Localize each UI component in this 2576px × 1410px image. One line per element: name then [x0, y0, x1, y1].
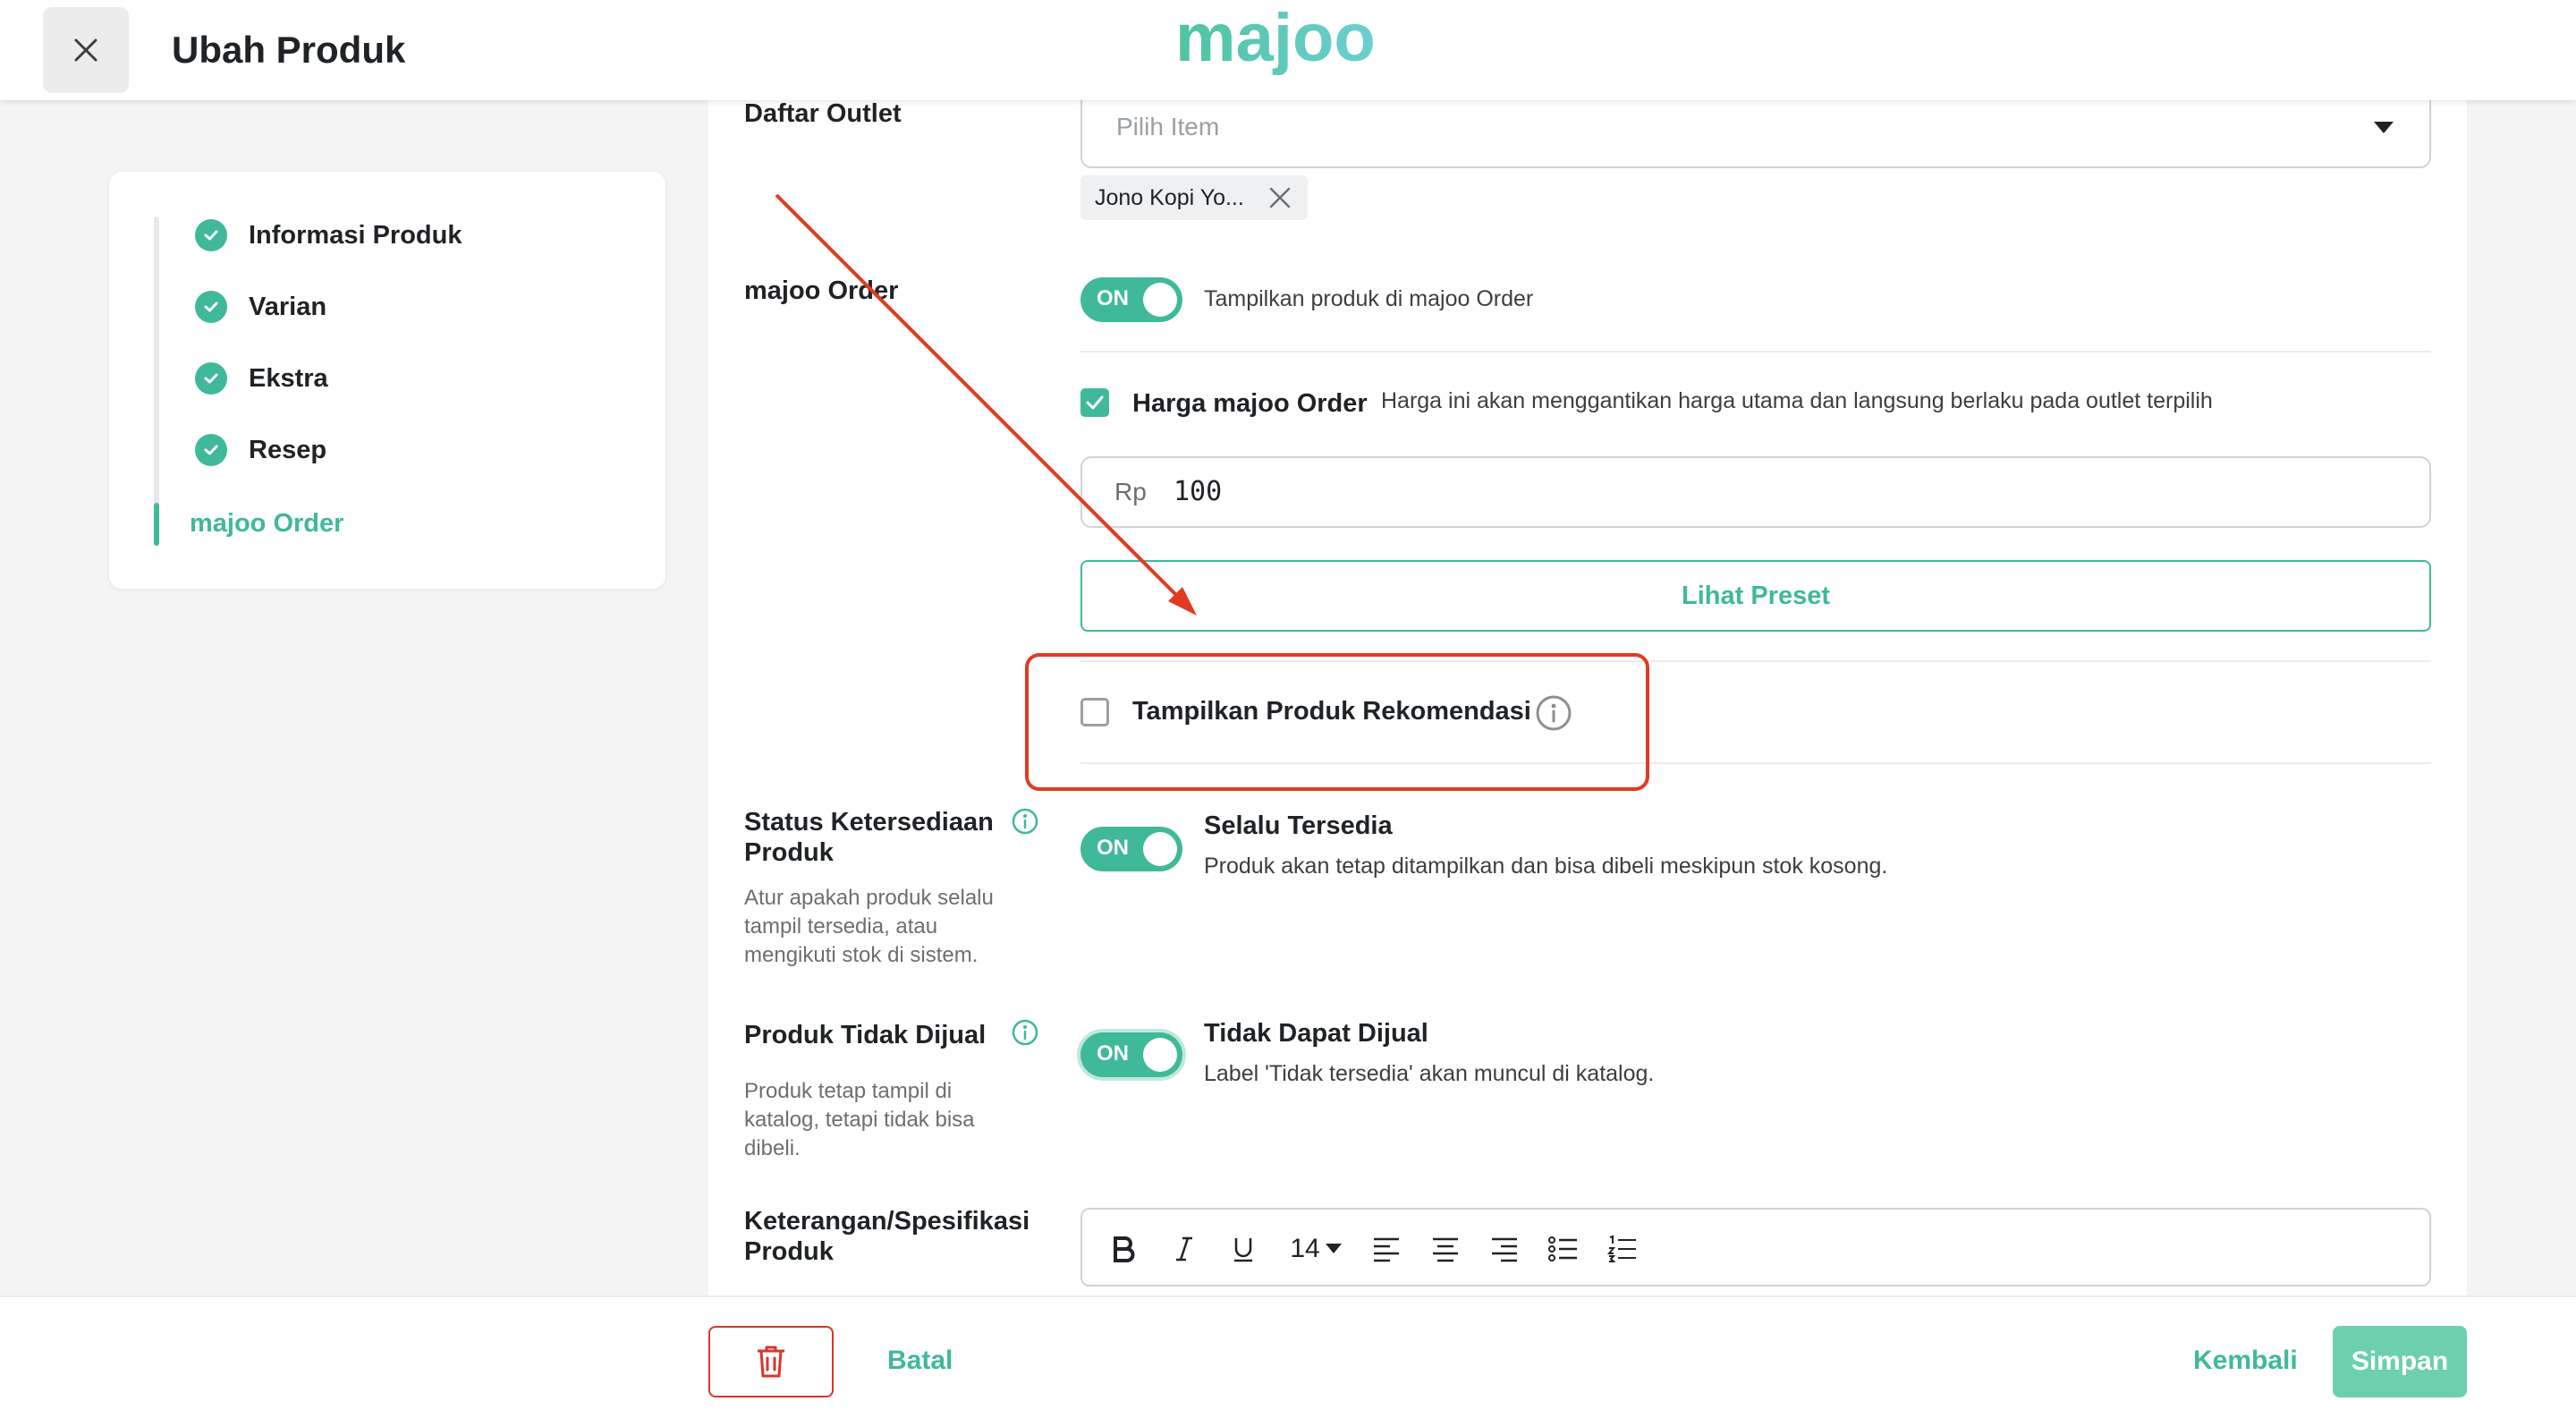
check-circle-icon: [195, 291, 227, 323]
cancel-button[interactable]: Batal: [887, 1346, 953, 1376]
not-sold-toggle[interactable]: ON: [1080, 1032, 1182, 1077]
specification-label: Keterangan/Spesifikasi Produk: [744, 1207, 1030, 1266]
not-sold-title: Tidak Dapat Dijual: [1204, 1019, 1428, 1048]
not-sold-subtitle: Label 'Tidak tersedia' akan muncul di ka…: [1204, 1061, 1655, 1086]
align-center-button[interactable]: [1426, 1229, 1465, 1269]
stepper-active-indicator: [154, 503, 159, 546]
not-sold-desc: Produk tetap tampil di katalog, tetapi t…: [744, 1079, 975, 1160]
lihat-preset-button[interactable]: Lihat Preset: [1080, 560, 2431, 632]
font-size-select[interactable]: 14: [1284, 1229, 1347, 1269]
underline-icon: [1234, 1238, 1252, 1262]
toggle-state: ON: [1097, 1041, 1129, 1066]
toggle-knob: [1143, 1038, 1177, 1072]
step-label: Informasi Produk: [249, 220, 462, 250]
step-majoo-order[interactable]: majoo Order: [190, 501, 343, 546]
align-right-button[interactable]: [1485, 1229, 1524, 1269]
numbered-list-button[interactable]: [1603, 1229, 1642, 1269]
currency-prefix: Rp: [1114, 478, 1147, 505]
align-left-icon: [1374, 1237, 1399, 1262]
majoo-order-toggle[interactable]: ON: [1080, 277, 1182, 322]
italic-icon: [1176, 1236, 1192, 1261]
step-label: Resep: [249, 435, 327, 464]
remove-chip-icon[interactable]: [1268, 186, 1292, 209]
save-button[interactable]: Simpan: [2333, 1326, 2467, 1397]
availability-subtitle: Produk akan tetap ditampilkan dan bisa d…: [1204, 854, 1888, 879]
price-value: 100: [1174, 476, 1223, 507]
availability-desc: Atur apakah produk selalu tampil tersedi…: [744, 886, 994, 967]
step-varian[interactable]: Varian: [195, 285, 326, 329]
close-button[interactable]: [43, 7, 129, 93]
info-icon[interactable]: [1011, 807, 1039, 836]
stepper-card: Informasi Produk Varian Ekstra Resep maj…: [109, 172, 665, 589]
align-left-button[interactable]: [1367, 1229, 1406, 1269]
top-bar: Ubah Produk majoo: [0, 0, 2576, 100]
toggle-state: ON: [1097, 286, 1129, 310]
step-label: Ekstra: [249, 363, 328, 393]
delete-button[interactable]: [708, 1326, 834, 1397]
price-desc: Harga ini akan menggantikan harga utama …: [1381, 388, 2213, 413]
bold-button[interactable]: [1104, 1229, 1143, 1269]
price-input[interactable]: Rp 100: [1080, 456, 2431, 528]
majoo-order-toggle-desc: Tampilkan produk di majoo Order: [1204, 286, 1534, 311]
majoo-order-label: majoo Order: [744, 276, 899, 305]
font-size-value: 14: [1290, 1234, 1320, 1263]
not-sold-label: Produk Tidak Dijual: [744, 1021, 987, 1049]
outlet-label: Daftar Outlet: [744, 99, 902, 128]
page-title: Ubah Produk: [172, 29, 406, 71]
step-label: majoo Order: [190, 508, 344, 538]
info-icon[interactable]: [1011, 1018, 1039, 1047]
availability-toggle[interactable]: ON: [1080, 827, 1182, 871]
bullet-list-button[interactable]: [1544, 1229, 1583, 1269]
price-label: Harga majoo Order: [1132, 389, 1368, 418]
availability-label: Status Ketersediaan Produk: [744, 808, 994, 867]
bold-icon: [1114, 1236, 1135, 1262]
caret-down-icon: [1325, 1244, 1342, 1253]
step-informasi-produk[interactable]: Informasi Produk: [195, 213, 462, 258]
check-circle-icon: [195, 219, 227, 251]
step-resep[interactable]: Resep: [195, 428, 326, 472]
outlet-select-placeholder: Pilih Item: [1116, 113, 1220, 140]
underline-button[interactable]: [1224, 1229, 1263, 1269]
trash-icon: [758, 1346, 784, 1378]
italic-button[interactable]: [1165, 1229, 1204, 1269]
rich-text-toolbar: 14: [1080, 1208, 2431, 1287]
check-circle-icon: [195, 362, 227, 395]
toggle-knob: [1143, 832, 1177, 866]
toggle-knob: [1143, 283, 1177, 317]
outlet-chip: Jono Kopi Yo...: [1080, 175, 1308, 220]
price-checkbox[interactable]: [1080, 388, 1109, 417]
caret-down-icon: [2374, 122, 2394, 133]
annotation-highlight-box: [1025, 653, 1649, 791]
footer-bar: Batal Kembali Simpan: [0, 1295, 2576, 1410]
step-label: Varian: [249, 292, 327, 321]
svg-text:majoo: majoo: [1175, 7, 1376, 76]
align-right-icon: [1492, 1237, 1517, 1262]
majoo-logo: majoo: [1175, 7, 1376, 76]
step-ekstra[interactable]: Ekstra: [195, 356, 328, 401]
check-circle-icon: [195, 434, 227, 466]
divider: [1080, 351, 2431, 352]
outlet-chip-label: Jono Kopi Yo...: [1095, 184, 1244, 210]
toggle-state: ON: [1097, 836, 1129, 860]
stepper-track: [154, 217, 159, 546]
align-center-icon: [1433, 1237, 1458, 1262]
bullet-list-icon: [1548, 1236, 1577, 1261]
checkmark-icon: [1086, 395, 1104, 410]
availability-title: Selalu Tersedia: [1204, 811, 1393, 840]
numbered-list-icon: [1607, 1236, 1636, 1262]
back-button[interactable]: Kembali: [2193, 1346, 2298, 1376]
close-icon: [74, 38, 97, 62]
